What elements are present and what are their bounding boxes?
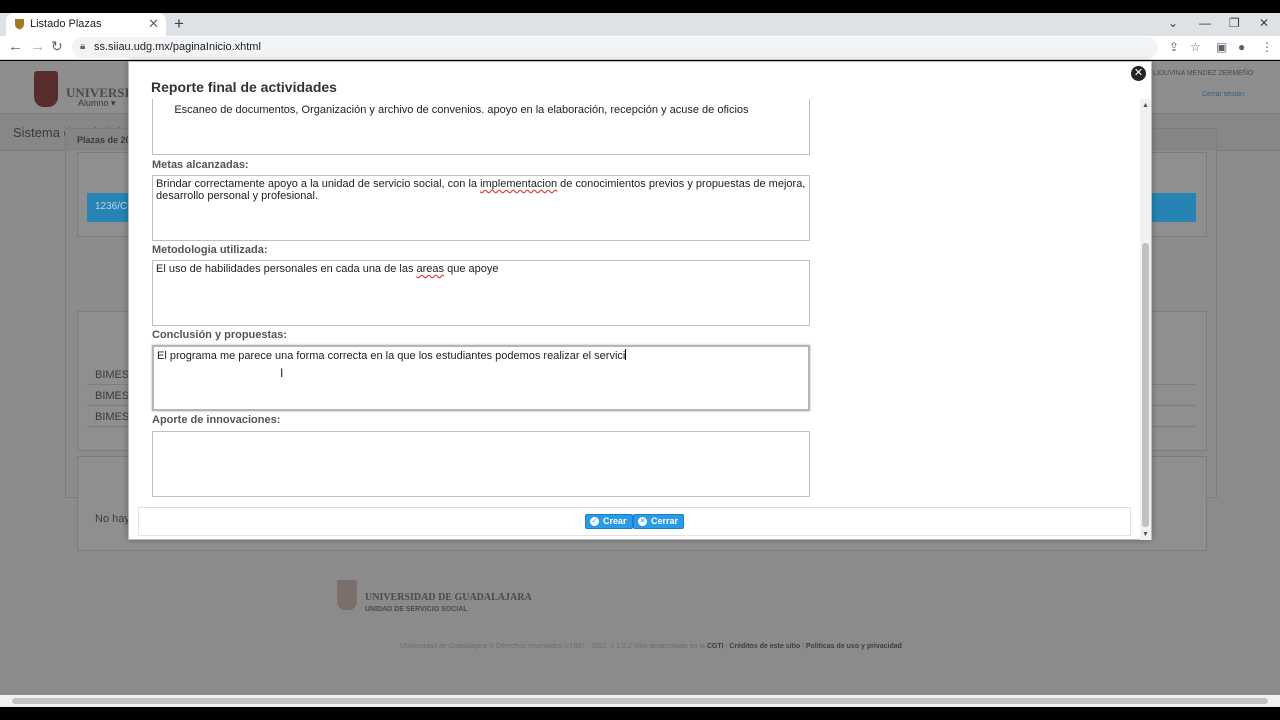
menu-icon[interactable]: ⋮: [1261, 40, 1273, 54]
user-name: LIDUVINA MENDEZ ZERMEÑO: [1153, 70, 1254, 77]
reload-icon[interactable]: ↻: [51, 38, 63, 55]
metas-textarea[interactable]: Brindar correctamente apoyo a la unidad …: [152, 175, 810, 241]
minimize-icon[interactable]: —: [1199, 16, 1211, 30]
footer-unit: UNIDAD DE SERVICIO SOCIAL: [365, 606, 468, 613]
conclusion-label: Conclusión y propuestas:: [152, 329, 288, 341]
report-dialog: Reporte final de actividades ✕ Escaneo d…: [128, 61, 1152, 540]
close-dialog-icon[interactable]: ✕: [1131, 66, 1146, 81]
credits-link[interactable]: Créditos de este sitio: [729, 643, 800, 650]
row-label: BIMES: [95, 411, 130, 423]
forward-icon[interactable]: →: [30, 38, 45, 55]
ibeam-cursor-icon: I: [280, 366, 284, 380]
close-window-icon[interactable]: ✕: [1259, 16, 1269, 30]
scroll-thumb[interactable]: [1142, 243, 1149, 527]
conclusion-textarea[interactable]: El programa me parece una forma correcta…: [152, 345, 810, 411]
dialog-title: Reporte final de actividades: [151, 79, 337, 95]
side-panel-icon[interactable]: ▣: [1216, 40, 1227, 54]
close-circle-icon: ✕: [638, 517, 647, 526]
university-shield-icon: [15, 19, 24, 30]
logout-link[interactable]: Cerrar sesión: [1202, 91, 1244, 98]
lock-icon[interactable]: 🔒︎: [80, 41, 85, 52]
horizontal-scroll-thumb[interactable]: [12, 698, 1268, 704]
misspelled-word: implementacion: [480, 178, 558, 190]
check-icon: ✓: [590, 517, 599, 526]
no-records-text: No hay: [95, 513, 130, 525]
restore-icon[interactable]: ❐: [1229, 16, 1240, 30]
browser-tabstrip: Listado Plazas ✕ + ⌄ — ❐ ✕: [0, 13, 1280, 36]
misspelled-word: areas: [416, 263, 445, 275]
dialog-scrollbar[interactable]: ▲ ▼: [1140, 99, 1151, 540]
page-horizontal-scrollbar[interactable]: [0, 695, 1280, 707]
footer-copyright: Universidad de Guadalajara © Derechos re…: [400, 643, 902, 650]
selected-row-code: 1236/C: [95, 201, 128, 212]
university-logo-icon: [34, 71, 58, 107]
text-caret: [625, 349, 627, 360]
metas-label: Metas alcanzadas:: [152, 159, 249, 171]
bookmark-star-icon[interactable]: ☆: [1190, 40, 1201, 54]
browser-toolbar: ← → ↻ 🔒︎ ss.siiau.udg.mx/paginaInicio.xh…: [0, 36, 1280, 60]
crear-button[interactable]: ✓ Crear: [585, 514, 633, 529]
url-text: ss.siiau.udg.mx/paginaInicio.xhtml: [94, 41, 261, 53]
actividades-textarea[interactable]: Escaneo de documentos, Organización y ar…: [152, 99, 810, 155]
tab-search-icon[interactable]: ⌄: [1168, 16, 1178, 30]
footer-logo-icon: [337, 580, 357, 610]
metodologia-textarea[interactable]: El uso de habilidades personales en cada…: [152, 260, 810, 326]
new-tab-icon[interactable]: +: [174, 14, 184, 34]
scroll-down-icon[interactable]: ▼: [1142, 531, 1149, 538]
row-label: BIMES: [95, 369, 130, 381]
menu-alumno[interactable]: Alumno ▾: [78, 98, 116, 109]
share-icon[interactable]: ⇪: [1169, 40, 1179, 54]
close-tab-icon[interactable]: ✕: [148, 16, 159, 32]
back-icon[interactable]: ←: [8, 38, 23, 55]
dialog-body: Escaneo de documentos, Organización y ar…: [129, 99, 1140, 509]
aporte-textarea[interactable]: [152, 431, 810, 497]
metodologia-label: Metodologia utilizada:: [152, 244, 268, 256]
footer-university: UNIVERSIDAD DE GUADALAJARA: [365, 592, 532, 603]
address-bar[interactable]: 🔒︎ ss.siiau.udg.mx/paginaInicio.xhtml: [72, 37, 1158, 58]
row-label: BIMES: [95, 390, 130, 402]
scroll-up-icon[interactable]: ▲: [1142, 102, 1149, 109]
policies-link[interactable]: Políticas de uso y privacidad: [806, 643, 902, 650]
tab-title: Listado Plazas: [30, 18, 102, 30]
cgti-link[interactable]: CGTI: [707, 643, 724, 650]
profile-icon[interactable]: ●: [1238, 40, 1245, 54]
cerrar-button[interactable]: ✕ Cerrar: [633, 514, 685, 529]
browser-tab[interactable]: Listado Plazas ✕: [6, 13, 166, 36]
aporte-label: Aporte de innovaciones:: [152, 414, 281, 426]
